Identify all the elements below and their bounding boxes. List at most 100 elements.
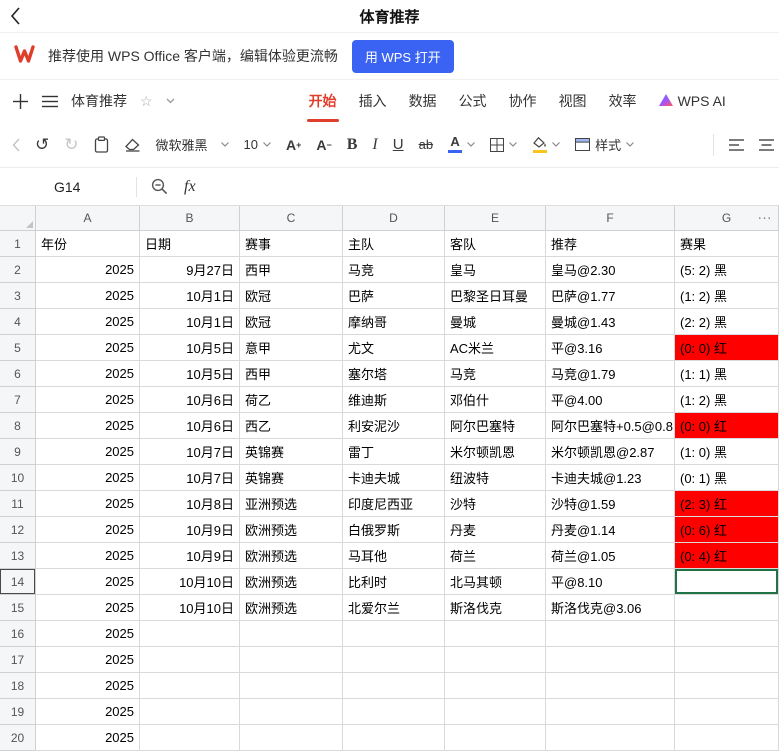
cell-C4[interactable]: 欧冠 [240, 309, 343, 335]
cell-F6[interactable]: 马竞@1.79 [546, 361, 675, 387]
cell-G6[interactable]: (1: 1) 黑 [675, 361, 779, 387]
cell-F1[interactable]: 推荐 [546, 231, 675, 257]
tab-view[interactable]: 视图 [557, 80, 589, 122]
row-header-7[interactable]: 7 [0, 387, 36, 413]
cell-G7[interactable]: (1: 2) 黑 [675, 387, 779, 413]
cell-C2[interactable]: 西甲 [240, 257, 343, 283]
cell-E2[interactable]: 皇马 [445, 257, 546, 283]
cell-F19[interactable] [546, 699, 675, 725]
column-header-F[interactable]: F [546, 206, 675, 231]
increase-font-size-button[interactable]: A+ [286, 137, 301, 153]
cell-A11[interactable]: 2025 [36, 491, 140, 517]
row-header-9[interactable]: 9 [0, 439, 36, 465]
cell-B18[interactable] [140, 673, 240, 699]
cell-A7[interactable]: 2025 [36, 387, 140, 413]
cell-G1[interactable]: 赛果 [675, 231, 779, 257]
cell-D13[interactable]: 马耳他 [343, 543, 445, 569]
row-header-8[interactable]: 8 [0, 413, 36, 439]
cell-G12[interactable]: (0: 6) 红 [675, 517, 779, 543]
cell-A13[interactable]: 2025 [36, 543, 140, 569]
row-header-4[interactable]: 4 [0, 309, 36, 335]
cell-C6[interactable]: 西甲 [240, 361, 343, 387]
cell-F13[interactable]: 荷兰@1.05 [546, 543, 675, 569]
cell-D3[interactable]: 巴萨 [343, 283, 445, 309]
cell-B5[interactable]: 10月5日 [140, 335, 240, 361]
column-header-D[interactable]: D [343, 206, 445, 231]
cell-G17[interactable] [675, 647, 779, 673]
row-header-10[interactable]: 10 [0, 465, 36, 491]
cell-E10[interactable]: 纽波特 [445, 465, 546, 491]
tab-insert[interactable]: 插入 [357, 80, 389, 122]
cell-A1[interactable]: 年份 [36, 231, 140, 257]
tab-start[interactable]: 开始 [307, 80, 339, 122]
cell-A12[interactable]: 2025 [36, 517, 140, 543]
favorite-star-icon[interactable]: ☆ [140, 93, 153, 110]
strikethrough-button[interactable]: ab [419, 137, 433, 152]
tab-data[interactable]: 数据 [407, 80, 439, 122]
more-columns-icon[interactable]: … [757, 206, 773, 223]
cell-E9[interactable]: 米尔顿凯恩 [445, 439, 546, 465]
redo-icon[interactable]: ↻ [64, 136, 78, 153]
cell-reference-box[interactable]: G14 [54, 179, 106, 195]
cell-C13[interactable]: 欧洲预选 [240, 543, 343, 569]
cell-D15[interactable]: 北爱尔兰 [343, 595, 445, 621]
cell-G13[interactable]: (0: 4) 红 [675, 543, 779, 569]
cell-E5[interactable]: AC米兰 [445, 335, 546, 361]
cell-A17[interactable]: 2025 [36, 647, 140, 673]
cell-B11[interactable]: 10月8日 [140, 491, 240, 517]
row-header-15[interactable]: 15 [0, 595, 36, 621]
row-header-5[interactable]: 5 [0, 335, 36, 361]
cell-A10[interactable]: 2025 [36, 465, 140, 491]
row-header-1[interactable]: 1 [0, 231, 36, 257]
cell-C7[interactable]: 荷乙 [240, 387, 343, 413]
column-header-E[interactable]: E [445, 206, 546, 231]
cell-D10[interactable]: 卡迪夫城 [343, 465, 445, 491]
cell-E13[interactable]: 荷兰 [445, 543, 546, 569]
cell-D17[interactable] [343, 647, 445, 673]
cell-G19[interactable] [675, 699, 779, 725]
hamburger-menu-icon[interactable] [42, 95, 58, 108]
cell-F11[interactable]: 沙特@1.59 [546, 491, 675, 517]
cell-E11[interactable]: 沙特 [445, 491, 546, 517]
cell-E12[interactable]: 丹麦 [445, 517, 546, 543]
new-plus-icon[interactable] [12, 93, 29, 110]
cell-C3[interactable]: 欧冠 [240, 283, 343, 309]
cell-G18[interactable] [675, 673, 779, 699]
cell-F12[interactable]: 丹麦@1.14 [546, 517, 675, 543]
cell-B7[interactable]: 10月6日 [140, 387, 240, 413]
cell-E1[interactable]: 客队 [445, 231, 546, 257]
cell-E3[interactable]: 巴黎圣日耳曼 [445, 283, 546, 309]
align-left-icon[interactable] [729, 139, 744, 151]
cell-A20[interactable]: 2025 [36, 725, 140, 751]
cell-D6[interactable]: 塞尔塔 [343, 361, 445, 387]
cell-C17[interactable] [240, 647, 343, 673]
cell-F4[interactable]: 曼城@1.43 [546, 309, 675, 335]
cell-B12[interactable]: 10月9日 [140, 517, 240, 543]
cell-D8[interactable]: 利安泥沙 [343, 413, 445, 439]
zoom-icon[interactable] [151, 178, 168, 195]
cell-D1[interactable]: 主队 [343, 231, 445, 257]
cell-E17[interactable] [445, 647, 546, 673]
decrease-font-size-button[interactable]: A− [316, 137, 331, 153]
cell-A15[interactable]: 2025 [36, 595, 140, 621]
cell-D16[interactable] [343, 621, 445, 647]
row-header-12[interactable]: 12 [0, 517, 36, 543]
font-name-dropdown[interactable]: 微软雅黑 [156, 135, 229, 154]
fill-color-dropdown[interactable] [532, 137, 560, 153]
cell-A18[interactable]: 2025 [36, 673, 140, 699]
cell-G14[interactable] [675, 569, 779, 595]
cell-G2[interactable]: (5: 2) 黑 [675, 257, 779, 283]
cell-B20[interactable] [140, 725, 240, 751]
cell-D12[interactable]: 白俄罗斯 [343, 517, 445, 543]
underline-button[interactable]: U [393, 136, 404, 153]
column-header-A[interactable]: A [36, 206, 140, 231]
cell-G4[interactable]: (2: 2) 黑 [675, 309, 779, 335]
cell-E19[interactable] [445, 699, 546, 725]
cell-C20[interactable] [240, 725, 343, 751]
cell-D14[interactable]: 比利时 [343, 569, 445, 595]
cell-B4[interactable]: 10月1日 [140, 309, 240, 335]
cell-F8[interactable]: 阿尔巴塞特+0.5@0.8 [546, 413, 675, 439]
cell-B19[interactable] [140, 699, 240, 725]
cell-G20[interactable] [675, 725, 779, 751]
cell-C9[interactable]: 英锦赛 [240, 439, 343, 465]
